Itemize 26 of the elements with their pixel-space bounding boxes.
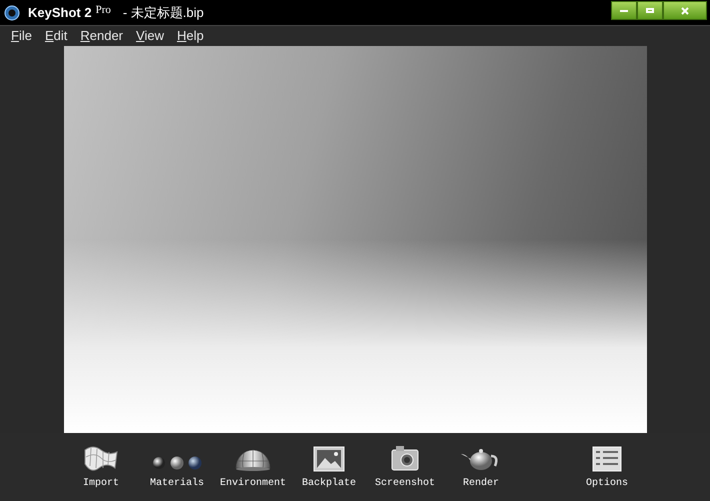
picture-frame-icon: [313, 446, 345, 472]
edition-label: Pro: [96, 3, 111, 18]
close-button[interactable]: [663, 1, 707, 20]
window-title: KeyShot 2: [28, 4, 92, 22]
maximize-icon: [646, 8, 654, 13]
camera-icon: [390, 444, 420, 472]
toolbar-button[interactable]: Materials: [139, 437, 215, 491]
curved-sheet-icon: [83, 444, 119, 472]
toolbar-button[interactable]: Backplate: [291, 437, 367, 491]
document-name: - 未定标题.bip: [122, 4, 204, 22]
menu-item[interactable]: Help: [176, 26, 204, 46]
close-icon: [681, 6, 689, 14]
toolbar-button[interactable]: Import: [63, 437, 139, 491]
maximize-button[interactable]: [637, 1, 663, 20]
toolbar-button[interactable]: Environment: [215, 437, 291, 491]
app-logo-icon: [4, 4, 20, 20]
menu-item[interactable]: View: [136, 26, 164, 46]
minimize-button[interactable]: [611, 1, 637, 20]
menu-item[interactable]: Render: [80, 26, 124, 46]
menu-item[interactable]: File: [11, 26, 32, 46]
menu-item[interactable]: Edit: [44, 26, 68, 46]
toolbar-button[interactable]: Options: [569, 437, 645, 491]
minimize-icon: [620, 10, 628, 12]
toolbar-button[interactable]: Render: [443, 437, 519, 491]
toolbar-button[interactable]: Screenshot: [367, 437, 443, 491]
list-icon: [592, 446, 622, 472]
